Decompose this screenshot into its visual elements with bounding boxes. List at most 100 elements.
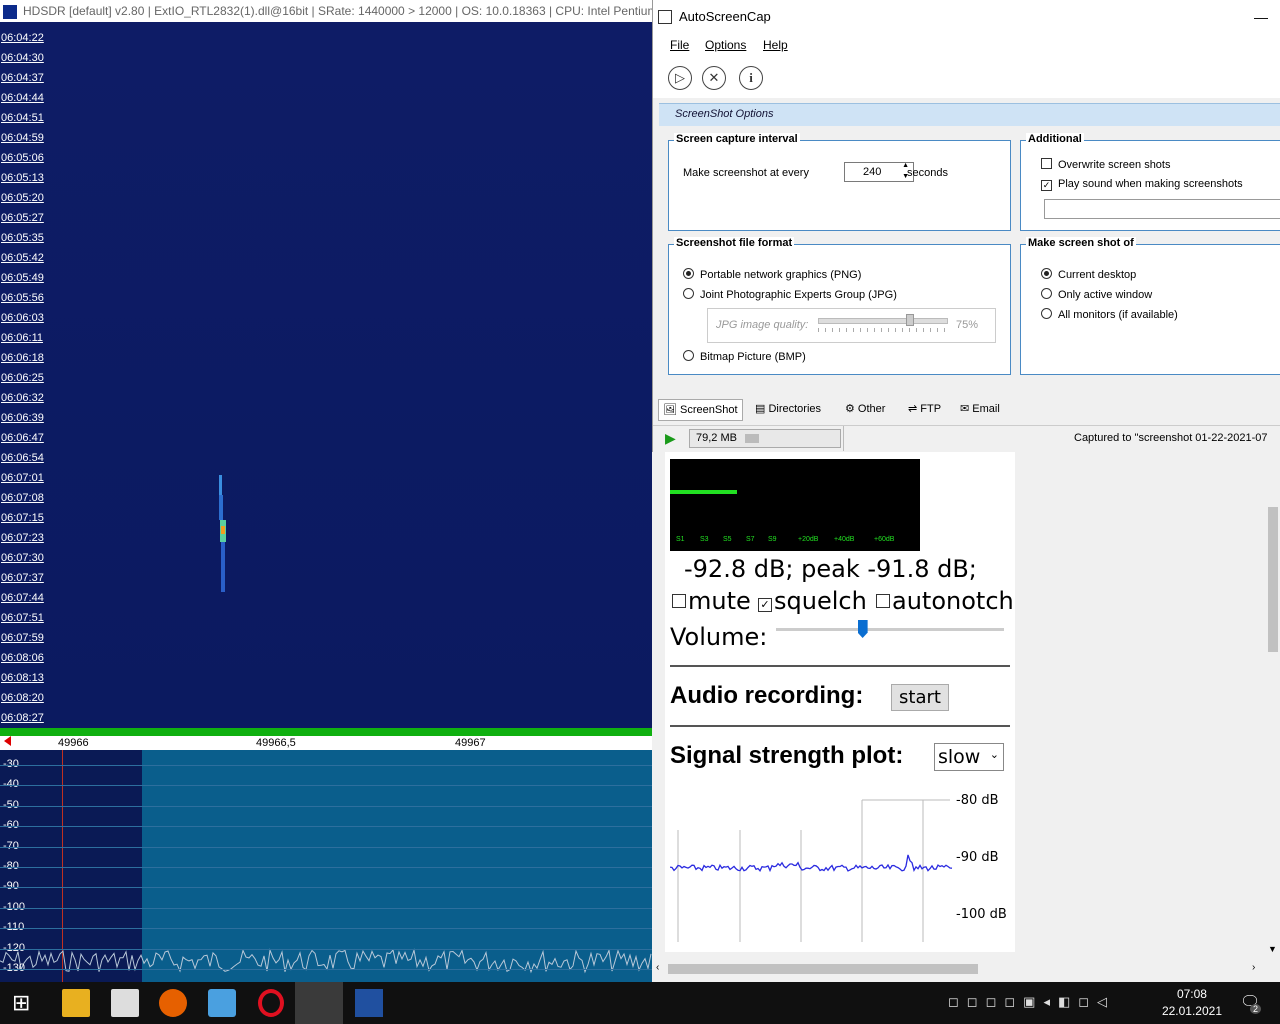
- s-meter-bar: [670, 490, 737, 494]
- waterfall-time-label: 06:05:42: [1, 252, 44, 264]
- s-meter-label: S9: [768, 536, 777, 543]
- spectrum-db-label: -40: [3, 778, 19, 791]
- windows-start-icon[interactable]: ⊞: [12, 989, 40, 1017]
- plot-label-80: -80 dB: [956, 793, 999, 808]
- email-icon: ✉: [960, 403, 973, 415]
- all-label: All monitors (if available): [1058, 309, 1178, 321]
- tab-screenshot[interactable]: 🖼 ScreenShot: [658, 399, 743, 421]
- signal-level-text: -92.8 dB; peak -91.8 dB;: [684, 555, 977, 583]
- sound-option[interactable]: ✓ Play sound when making screenshots: [1041, 178, 1243, 191]
- jpg-quality-thumb[interactable]: [906, 314, 914, 326]
- capture-target-group: Make screen shot of Current desktop Only…: [1020, 237, 1280, 375]
- tab-ftp[interactable]: ⇌ FTP: [904, 399, 945, 419]
- waterfall-time-label: 06:04:22: [1, 32, 44, 44]
- autonotch-option[interactable]: autonotch: [876, 587, 1014, 615]
- squelch-option[interactable]: ✓ squelch: [758, 587, 867, 615]
- menu-options[interactable]: Options: [705, 38, 746, 52]
- stop-icon[interactable]: ✕: [702, 66, 726, 90]
- png-label: Portable network graphics (PNG): [700, 269, 862, 281]
- horizontal-scroll-thumb[interactable]: [668, 964, 978, 974]
- s-meter-label: +20dB: [798, 536, 819, 543]
- autoscreencap-taskbar-icon[interactable]: [295, 982, 343, 1024]
- overwrite-checkbox[interactable]: [1041, 158, 1052, 169]
- horizontal-scrollbar[interactable]: ‹ ›: [652, 962, 1266, 976]
- all-radio[interactable]: [1041, 308, 1052, 319]
- play-icon[interactable]: ▷: [668, 66, 692, 90]
- jpg-label: Joint Photographic Experts Group (JPG): [700, 289, 897, 301]
- info-icon[interactable]: i: [739, 66, 763, 90]
- plot-speed-select[interactable]: slow ⌄: [934, 743, 1004, 771]
- scroll-right-icon[interactable]: ›: [1252, 962, 1255, 973]
- menu-help[interactable]: Help: [763, 38, 788, 52]
- desktop-radio[interactable]: [1041, 268, 1052, 279]
- media-player-icon[interactable]: [208, 989, 236, 1017]
- interval-value: 240: [863, 166, 882, 178]
- waterfall-time-label: 06:06:03: [1, 312, 44, 324]
- sound-file-field[interactable]: [1044, 199, 1280, 219]
- divider: [670, 665, 1010, 667]
- squelch-checkbox[interactable]: ✓: [758, 598, 772, 612]
- tab-directories-label: Directories: [768, 403, 822, 415]
- scroll-down-icon[interactable]: ▼: [1268, 944, 1277, 954]
- format-bmp-option[interactable]: Bitmap Picture (BMP): [683, 350, 806, 363]
- vertical-scrollbar[interactable]: ▼: [1266, 452, 1280, 962]
- mute-option[interactable]: mute: [672, 587, 751, 615]
- asc-title-bar[interactable]: AutoScreenCap —: [653, 0, 1280, 34]
- plot-label-100: -100 dB: [956, 907, 1007, 922]
- format-png-option[interactable]: Portable network graphics (PNG): [683, 268, 861, 281]
- interval-spinner[interactable]: 240 ▲ ▼: [844, 162, 914, 182]
- spectrum-db-label: -90: [3, 880, 19, 893]
- status-play-icon[interactable]: ▶: [665, 430, 676, 447]
- file-explorer-icon[interactable]: [62, 989, 90, 1017]
- jpg-quality-slider[interactable]: [818, 318, 948, 324]
- interval-prefix: Make screenshot at every: [683, 167, 809, 179]
- gear-icon: ⚙: [845, 403, 858, 415]
- plot-speed-value: slow: [938, 746, 981, 768]
- waterfall-signal-trace: [219, 475, 226, 592]
- autonotch-checkbox[interactable]: [876, 594, 890, 608]
- volume-slider-track[interactable]: [776, 628, 1004, 631]
- vertical-scroll-thumb[interactable]: [1268, 507, 1278, 652]
- memory-indicator: 79,2 MB: [689, 429, 841, 448]
- divider: [670, 725, 1010, 727]
- waterfall-time-label: 06:04:59: [1, 132, 44, 144]
- mute-checkbox[interactable]: [672, 594, 686, 608]
- waterfall-time-label: 06:05:49: [1, 272, 44, 284]
- additional-group: Additional Overwrite screen shots ✓ Play …: [1020, 133, 1280, 231]
- minimize-button[interactable]: —: [1241, 9, 1280, 25]
- menu-file[interactable]: File: [670, 38, 689, 52]
- waterfall-display[interactable]: [0, 22, 652, 728]
- screenshot-options-header: ScreenShot Options: [659, 103, 1280, 126]
- hdsdr-title-bar[interactable]: HDSDR [default] v2.80 | ExtIO_RTL2832(1)…: [0, 0, 652, 22]
- clock[interactable]: 07:08 22.01.2021: [1162, 986, 1222, 1020]
- tab-screenshot-label: ScreenShot: [680, 404, 738, 416]
- active-radio[interactable]: [1041, 288, 1052, 299]
- waterfall-time-label: 06:04:30: [1, 52, 44, 64]
- tab-directories[interactable]: ▤ Directories: [751, 399, 825, 419]
- tab-other[interactable]: ⚙ Other: [841, 399, 889, 419]
- hdsdr-taskbar-icon[interactable]: [355, 989, 383, 1017]
- bmp-radio[interactable]: [683, 350, 694, 361]
- target-all-option[interactable]: All monitors (if available): [1041, 308, 1178, 321]
- memory-size: 79,2 MB: [696, 432, 737, 444]
- waterfall-time-label: 06:07:37: [1, 572, 44, 584]
- store-icon[interactable]: [111, 989, 139, 1017]
- freq-label: 49966: [58, 737, 89, 749]
- target-active-option[interactable]: Only active window: [1041, 288, 1152, 301]
- format-jpg-option[interactable]: Joint Photographic Experts Group (JPG): [683, 288, 897, 301]
- jpg-radio[interactable]: [683, 288, 694, 299]
- tab-email[interactable]: ✉ Email: [956, 399, 1004, 419]
- start-recording-button[interactable]: start: [891, 684, 949, 711]
- overwrite-label: Overwrite screen shots: [1058, 159, 1171, 171]
- opera-icon[interactable]: [258, 989, 284, 1017]
- additional-label: Additional: [1026, 133, 1084, 145]
- png-radio[interactable]: [683, 268, 694, 279]
- tune-marker-icon[interactable]: [4, 736, 11, 746]
- firefox-icon[interactable]: [159, 989, 187, 1017]
- clock-time: 07:08: [1176, 987, 1207, 1001]
- system-tray-icons[interactable]: ◻◻◻◻▣◂◧◻◁: [948, 994, 1138, 1012]
- target-desktop-option[interactable]: Current desktop: [1041, 268, 1136, 281]
- sound-checkbox[interactable]: ✓: [1041, 180, 1052, 191]
- overwrite-option[interactable]: Overwrite screen shots: [1041, 158, 1170, 171]
- scroll-left-icon[interactable]: ‹: [656, 962, 659, 973]
